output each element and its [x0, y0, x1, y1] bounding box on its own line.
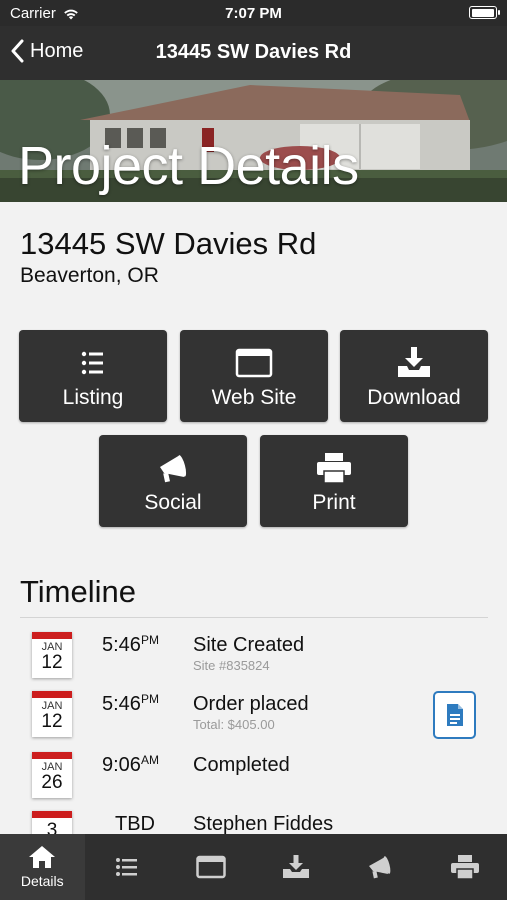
timeline-event: Completed — [193, 754, 290, 776]
print-button[interactable]: Print — [260, 435, 408, 527]
listing-button[interactable]: Listing — [19, 330, 167, 422]
screen: Carrier 7:07 PM Home 13445 SW Davies Rd — [0, 0, 507, 900]
timeline-detail: Total: $405.00 — [193, 717, 275, 732]
status-time: 7:07 PM — [225, 5, 282, 22]
calendar-day: 12 — [41, 652, 63, 673]
listing-label: Listing — [62, 386, 124, 409]
navigation-bar: Home 13445 SW Davies Rd — [0, 26, 507, 80]
tab-website[interactable] — [169, 834, 254, 900]
tab-print[interactable] — [423, 834, 507, 900]
order-document-button[interactable] — [433, 691, 476, 739]
download-label: Download — [367, 386, 461, 409]
chevron-left-icon — [11, 39, 24, 63]
list-icon — [81, 351, 103, 375]
printer-icon — [317, 453, 351, 484]
timeline-item: JAN 12 5:46PM Site Created Site #835824 — [0, 632, 507, 692]
back-button[interactable]: Home — [10, 39, 83, 63]
tab-details-label: Details — [20, 873, 64, 889]
tab-details[interactable]: Details — [0, 834, 85, 900]
tab-bar: Details — [0, 834, 507, 900]
timeline-time: 9:06AM — [102, 753, 159, 776]
address-block: 13445 SW Davies Rd Beaverton, OR — [20, 226, 316, 288]
calendar-day: 12 — [41, 711, 63, 732]
status-bar: Carrier 7:07 PM — [0, 0, 507, 26]
social-label: Social — [144, 491, 202, 514]
social-button[interactable]: Social — [99, 435, 247, 527]
home-icon — [29, 846, 56, 868]
timeline-event: Order placed — [193, 693, 309, 715]
timeline-divider — [20, 617, 488, 618]
download-button[interactable]: Download — [340, 330, 488, 422]
website-button[interactable]: Web Site — [180, 330, 328, 422]
download-tray-icon — [398, 347, 430, 377]
list-icon — [115, 858, 137, 876]
megaphone-icon — [369, 856, 391, 879]
timeline-event: Site Created — [193, 634, 305, 656]
back-label: Home — [30, 39, 84, 62]
browser-window-icon — [235, 348, 273, 378]
calendar-day: 26 — [41, 772, 63, 793]
website-label: Web Site — [211, 386, 297, 409]
timeline-title: Timeline — [20, 574, 136, 609]
timeline-event: Stephen Fiddes — [193, 813, 334, 835]
browser-window-icon — [196, 855, 226, 879]
calendar-icon: JAN 12 — [32, 632, 72, 678]
address-street: 13445 SW Davies Rd — [20, 226, 317, 261]
timeline-detail: Site #835824 — [193, 658, 270, 673]
document-icon — [446, 704, 463, 726]
tab-download[interactable] — [254, 834, 339, 900]
tab-social[interactable] — [338, 834, 423, 900]
hero-title: Project Details — [18, 136, 359, 196]
megaphone-icon — [160, 455, 187, 483]
hero-banner: Project Details — [0, 80, 507, 202]
print-label: Print — [312, 491, 356, 514]
timeline-time: 5:46PM — [102, 633, 159, 656]
calendar-icon: JAN 26 — [32, 752, 72, 798]
timeline-time: TBD — [115, 813, 155, 835]
timeline-item: JAN 26 9:06AM Completed — [0, 752, 507, 812]
address-city: Beaverton, OR — [20, 264, 159, 287]
printer-icon — [450, 855, 479, 880]
calendar-icon: JAN 12 — [32, 691, 72, 737]
tab-listing[interactable] — [85, 834, 170, 900]
download-tray-icon — [282, 855, 309, 878]
battery-icon — [469, 6, 500, 19]
timeline-item: JAN 12 5:46PM Order placed Total: $405.0… — [0, 691, 507, 751]
timeline-time: 5:46PM — [102, 692, 159, 715]
